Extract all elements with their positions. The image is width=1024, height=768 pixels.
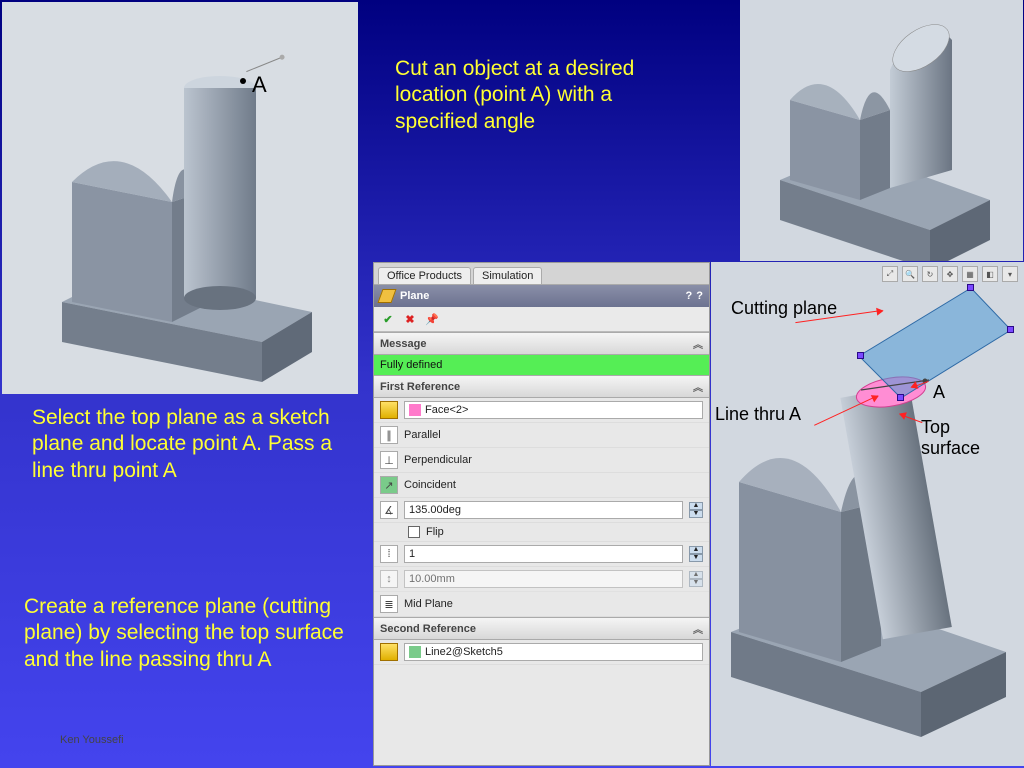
perpendicular-label: Perpendicular <box>404 454 472 466</box>
plane-handle[interactable] <box>857 352 864 359</box>
help-icon[interactable]: ? <box>686 290 693 302</box>
callout-point-a: A <box>933 382 945 403</box>
count-icon: ⁞ <box>380 545 398 563</box>
plane-handle[interactable] <box>897 394 904 401</box>
instruction-create: Create a reference plane (cutting plane)… <box>24 594 364 673</box>
offset-spinner[interactable]: ▲▼ <box>689 571 703 587</box>
cancel-button[interactable]: ✖ <box>402 311 418 327</box>
callout-top-surface: Top surface <box>921 417 1001 459</box>
author-label: Ken Youssefi <box>60 734 124 746</box>
first-reference-value[interactable]: Face<2> <box>404 401 703 419</box>
flip-row[interactable]: Flip <box>374 523 709 542</box>
coincident-row[interactable]: ↗ Coincident <box>374 473 709 498</box>
angle-spinner[interactable]: ▲▼ <box>689 502 703 518</box>
second-reference-label: Second Reference <box>380 623 476 635</box>
ok-button[interactable]: ✔ <box>380 311 396 327</box>
flip-label: Flip <box>426 526 444 538</box>
midplane-label: Mid Plane <box>404 598 453 610</box>
model-thumbnail-original: A <box>2 2 358 394</box>
pm-toolbar: ✔ ✖ 📌 <box>374 307 709 332</box>
parallel-label: Parallel <box>404 429 441 441</box>
help-pin-icon[interactable]: ? <box>696 290 703 302</box>
callout-cutting-plane: Cutting plane <box>731 298 837 319</box>
angle-row: ∡ 135.00deg ▲▼ <box>374 498 709 523</box>
second-reference-text: Line2@Sketch5 <box>425 646 503 658</box>
model-original-svg <box>2 2 358 394</box>
plane-icon <box>377 289 396 303</box>
first-reference-label: First Reference <box>380 381 460 393</box>
second-reference-row: Line2@Sketch5 <box>374 640 709 665</box>
message-body: Fully defined <box>374 355 709 375</box>
coincident-label: Coincident <box>404 479 456 491</box>
pm-header: Plane ? ? <box>374 285 709 307</box>
pm-title: Plane <box>400 290 429 302</box>
plane-handle[interactable] <box>967 284 974 291</box>
pushpin-button[interactable]: 📌 <box>424 311 440 327</box>
coincident-icon: ↗ <box>380 476 398 494</box>
model-thumbnail-cut <box>740 0 1023 261</box>
tabstrip: Office Products Simulation <box>374 263 709 285</box>
offset-row: ↕ 10.00mm ▲▼ <box>374 567 709 592</box>
count-spinner[interactable]: ▲▼ <box>689 546 703 562</box>
midplane-icon: ≣ <box>380 595 398 613</box>
count-input[interactable]: 1 <box>404 545 683 563</box>
perpendicular-icon: ⊥ <box>380 451 398 469</box>
tab-simulation[interactable]: Simulation <box>473 267 542 284</box>
pink-swatch <box>409 404 421 416</box>
label-a: A <box>252 72 267 98</box>
first-reference-head[interactable]: First Reference ︽ <box>374 375 709 398</box>
message-section-head[interactable]: Message ︽ <box>374 332 709 355</box>
parallel-icon: ∥ <box>380 426 398 444</box>
count-row: ⁞ 1 ▲▼ <box>374 542 709 567</box>
graphics-viewport[interactable]: ⤢ 🔍 ↻ ✥ ▦ ◧ ▾ Cutting <box>711 262 1024 766</box>
flip-checkbox[interactable] <box>408 526 420 538</box>
angle-input[interactable]: 135.00deg <box>404 501 683 519</box>
collapse-icon[interactable]: ︽ <box>693 621 703 636</box>
line-icon <box>380 643 398 661</box>
message-label: Message <box>380 338 426 350</box>
tab-office-products[interactable]: Office Products <box>378 267 471 284</box>
plane-property-panel: Office Products Simulation Plane ? ? ✔ ✖… <box>373 262 710 766</box>
midplane-row[interactable]: ≣ Mid Plane <box>374 592 709 617</box>
parallel-row[interactable]: ∥ Parallel <box>374 423 709 448</box>
collapse-icon[interactable]: ︽ <box>693 336 703 351</box>
callout-line-thru-a: Line thru A <box>715 404 801 425</box>
second-reference-head[interactable]: Second Reference ︽ <box>374 617 709 640</box>
angle-icon: ∡ <box>380 501 398 519</box>
first-reference-text: Face<2> <box>425 404 468 416</box>
plane-handle[interactable] <box>1007 326 1014 333</box>
offset-input[interactable]: 10.00mm <box>404 570 683 588</box>
perpendicular-row[interactable]: ⊥ Perpendicular <box>374 448 709 473</box>
first-reference-row: Face<2> <box>374 398 709 423</box>
second-reference-value[interactable]: Line2@Sketch5 <box>404 643 703 661</box>
point-a-marker <box>240 78 246 84</box>
offset-icon: ↕ <box>380 570 398 588</box>
instruction-cut: Cut an object at a desired location (poi… <box>395 56 695 135</box>
instruction-select: Select the top plane as a sketch plane a… <box>32 405 342 484</box>
green-swatch <box>409 646 421 658</box>
face-icon <box>380 401 398 419</box>
collapse-icon[interactable]: ︽ <box>693 379 703 394</box>
